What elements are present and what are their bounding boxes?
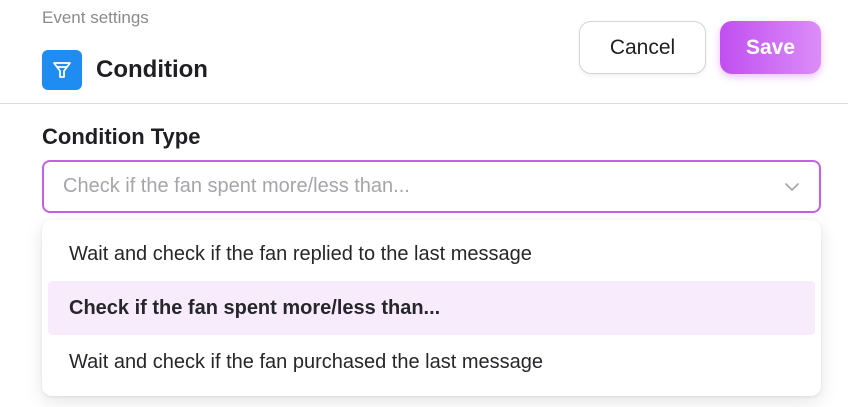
panel-header: Condition xyxy=(42,50,208,90)
condition-type-dropdown: Wait and check if the fan replied to the… xyxy=(42,220,821,396)
panel-caption: Event settings xyxy=(42,8,149,27)
condition-type-select-value: Check if the fan spent more/less than... xyxy=(63,175,410,197)
condition-type-select[interactable]: Check if the fan spent more/less than... xyxy=(42,160,821,213)
event-settings-panel: Event settings Condition Cancel Save Con… xyxy=(0,0,858,407)
header-divider xyxy=(0,103,848,104)
chevron-down-icon[interactable] xyxy=(783,178,801,196)
dropdown-option-spent[interactable]: Check if the fan spent more/less than... xyxy=(48,281,815,335)
dropdown-option-purchased[interactable]: Wait and check if the fan purchased the … xyxy=(48,335,815,389)
save-button[interactable]: Save xyxy=(720,21,821,74)
dropdown-option-replied[interactable]: Wait and check if the fan replied to the… xyxy=(48,227,815,281)
filter-icon xyxy=(42,50,82,90)
page-title: Condition xyxy=(96,56,208,83)
condition-type-label: Condition Type xyxy=(42,124,201,149)
cancel-button[interactable]: Cancel xyxy=(579,21,706,74)
